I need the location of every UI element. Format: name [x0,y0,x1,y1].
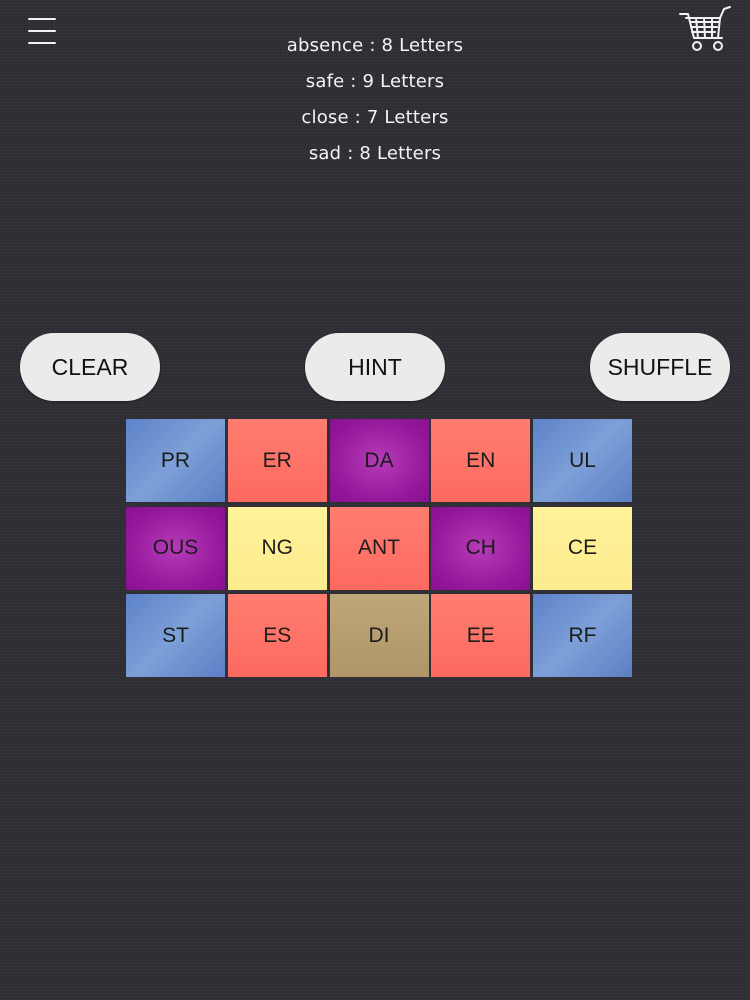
clue-item: sad : 8 Letters [308,143,442,164]
letter-tile[interactable]: ER [227,419,327,502]
hint-button[interactable]: HINT [305,333,445,401]
letter-tile[interactable]: ANT [329,506,429,590]
clue-item: absence : 8 Letters [286,35,464,56]
tile-grid: PR ER DA EN UL OUS NG ANT CH CE ST ES DI EE RF [126,419,632,677]
letter-tile[interactable]: DI [329,594,429,677]
shuffle-button[interactable]: SHUFFLE [590,333,730,401]
letter-tile[interactable]: NG [227,506,327,590]
clue-item: safe : 9 Letters [305,71,445,92]
letter-tile[interactable]: PR [126,419,225,502]
letter-tile[interactable]: DA [329,419,429,502]
letter-tile[interactable]: EN [431,419,531,502]
letter-tile[interactable]: CE [533,506,632,590]
letter-tile[interactable]: ES [227,594,327,677]
letter-tile[interactable]: EE [431,594,531,677]
clear-button[interactable]: CLEAR [20,333,160,401]
letter-tile[interactable]: CH [431,506,531,590]
clue-item: close : 7 Letters [301,107,449,128]
letter-tile[interactable]: RF [533,594,632,677]
letter-tile[interactable]: OUS [126,506,225,590]
letter-tile[interactable]: UL [533,419,632,502]
clue-list: absence : 8 Letters safe : 9 Letters clo… [0,28,750,172]
letter-tile[interactable]: ST [126,594,225,677]
